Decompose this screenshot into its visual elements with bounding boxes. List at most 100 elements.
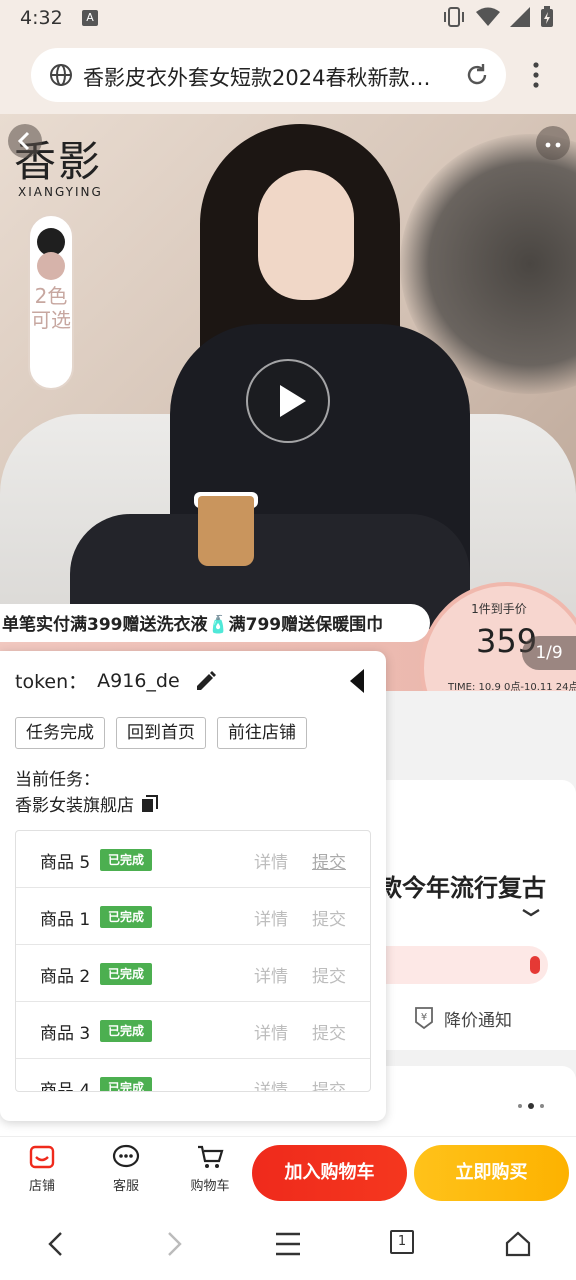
copy-icon[interactable] [140,794,160,814]
browser-nav-bar: 1 [0,1208,576,1280]
list-item: 商品 5 已完成 详情 提交 [16,831,370,888]
notification-icon: A [82,10,98,26]
play-icon [280,385,306,417]
item-name: 商品 3 [40,1024,91,1044]
nav-menu-icon[interactable] [274,1230,302,1258]
list-item: 商品 2 已完成 详情 提交 [16,945,370,1002]
cart-label: 购物车 [190,1179,230,1194]
globe-icon [50,64,72,86]
token-label: token： [15,671,88,693]
back-home-button[interactable]: 回到首页 [116,717,206,749]
shop-name: 香影女装旗舰店 [15,796,134,816]
signal-icon [510,7,530,27]
swatch-pink [37,252,65,280]
price-label: 1件到手价 [471,602,527,616]
shop-tab[interactable]: 店铺 [12,1143,72,1194]
list-item: 商品 4 已完成 详情 提交 [16,1059,370,1092]
service-tab[interactable]: 客服 [96,1143,156,1194]
promo-progress-bar [380,946,548,984]
item-name: 商品 4 [40,1081,91,1092]
chat-icon [112,1144,140,1168]
browser-menu-icon[interactable] [526,60,546,90]
task-list[interactable]: 商品 5 已完成 详情 提交 商品 1 已完成 详情 提交 商品 2 已完成 详… [15,830,371,1092]
address-bar[interactable]: 香影皮衣外套女短款2024春秋新款… [31,48,506,102]
back-button[interactable] [8,124,42,158]
play-video-button[interactable] [246,359,330,443]
list-item: 商品 1 已完成 详情 提交 [16,888,370,945]
item-name: 商品 1 [40,910,91,930]
item-name: 商品 2 [40,967,91,987]
status-badge: 已完成 [100,1077,153,1091]
status-badge: 已完成 [100,963,153,985]
submit-link[interactable]: 提交 [312,848,346,873]
tabs-button[interactable]: 1 [390,1230,414,1254]
submit-link[interactable]: 提交 [312,1019,346,1044]
current-task-label: 当前任务： [15,770,100,790]
token-value: A916_de [97,669,180,692]
current-task-shop: 香影女装旗舰店 [15,791,160,816]
shop-icon [29,1145,55,1169]
edit-pencil-icon[interactable] [194,669,218,693]
cart-icon [198,1145,224,1168]
cart-tab[interactable]: 购物车 [180,1143,240,1194]
nav-forward-icon[interactable] [162,1230,186,1258]
product-image-carousel[interactable]: 香影 XIANGYING 2色可选 单笔实付满399赠送洗衣液🧴满799赠送保暖… [0,114,576,691]
nav-home-icon[interactable] [504,1230,532,1258]
page-title: 香影皮衣外套女短款2024春秋新款… [83,66,431,90]
status-time: 4:32 [20,7,63,29]
submit-link[interactable]: 提交 [312,1076,346,1091]
task-panel: token： A916_de 任务完成 回到首页 前往店铺 当前任务： 香影女装… [0,651,386,1121]
list-item: 商品 3 已完成 详情 提交 [16,1002,370,1059]
detail-link[interactable]: 详情 [254,1019,288,1044]
more-button[interactable] [536,126,570,160]
product-title: 款今年流行复古 [378,874,546,902]
panel-button-row: 任务完成 回到首页 前往店铺 [15,717,307,749]
svg-text:¥: ¥ [421,1012,427,1023]
color-options-badge[interactable]: 2色可选 [28,214,74,390]
detail-link[interactable]: 详情 [254,905,288,930]
vibrate-icon [444,7,464,27]
item-name: 商品 5 [40,853,91,873]
price-notify-label: 降价通知 [444,1010,512,1031]
status-badge: 已完成 [100,849,153,871]
product-action-bar: 店铺 客服 购物车 加入购物车 立即购买 [0,1136,576,1208]
chevron-down-icon[interactable] [520,906,542,920]
coffee-cup [198,496,254,566]
promo-text: 单笔实付满399赠送洗衣液🧴满799赠送保暖围巾 [2,615,384,635]
status-bar: 4:32 A [0,0,576,36]
price-notify-button[interactable]: ¥ 降价通知 [412,1005,512,1031]
color-options-label: 2色可选 [31,284,71,332]
model-face [258,170,354,300]
wifi-icon [476,7,500,26]
go-to-shop-button[interactable]: 前往店铺 [217,717,307,749]
submit-link[interactable]: 提交 [312,905,346,930]
status-icons [442,6,554,28]
shop-label: 店铺 [28,1179,55,1194]
promo-dot [530,956,540,974]
battery-icon [541,6,553,27]
promo-strip: 单笔实付满399赠送洗衣液🧴满799赠送保暖围巾 [0,604,430,642]
price-time: TIME: 10.9 0点-10.11 24点 [448,682,576,691]
reload-icon[interactable] [464,62,490,88]
detail-link[interactable]: 详情 [254,962,288,987]
buy-now-button[interactable]: 立即购买 [414,1145,569,1201]
image-index: 1/9 [522,636,576,670]
submit-link[interactable]: 提交 [312,962,346,987]
collapse-panel-icon[interactable] [348,667,366,695]
status-badge: 已完成 [100,906,153,928]
service-label: 客服 [112,1179,139,1194]
detail-link[interactable]: 详情 [254,1076,288,1091]
more-dots-icon [545,142,561,148]
browser-toolbar: 香影皮衣外套女短款2024春秋新款… [0,36,576,114]
nav-back-icon[interactable] [44,1230,68,1258]
token-row: token： A916_de [15,667,218,694]
add-to-cart-button[interactable]: 加入购物车 [252,1145,407,1201]
chevron-left-icon [17,131,30,151]
tab-count: 1 [397,1234,407,1249]
brand-logo-en: XIANGYING [18,185,103,199]
price-drop-icon: ¥ [415,1007,433,1030]
status-badge: 已完成 [100,1020,153,1042]
pager-dots [518,1103,544,1109]
detail-link[interactable]: 详情 [254,848,288,873]
task-complete-button[interactable]: 任务完成 [15,717,105,749]
